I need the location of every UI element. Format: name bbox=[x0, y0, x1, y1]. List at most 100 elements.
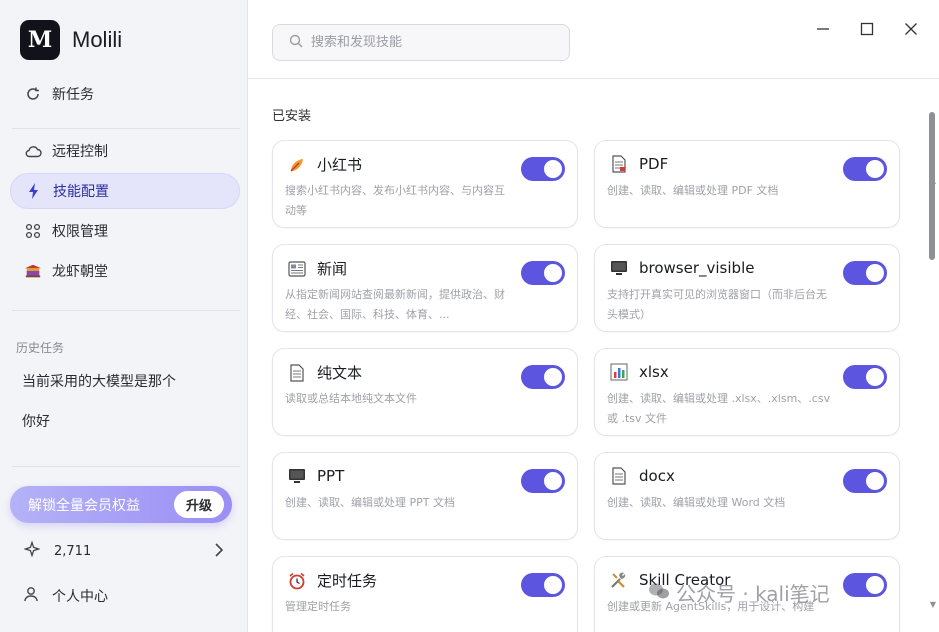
skill-toggle[interactable] bbox=[521, 573, 565, 597]
skill-card[interactable]: 小红书 搜索小红书内容、发布小红书内容、与内容互动等 bbox=[272, 140, 578, 228]
toggle-knob bbox=[866, 264, 884, 282]
profile-label: 个人中心 bbox=[52, 589, 108, 605]
credits-row[interactable]: 2,711 bbox=[23, 540, 224, 562]
sidebar-item-permissions[interactable]: 权限管理 bbox=[10, 213, 240, 249]
monitor-icon bbox=[609, 258, 629, 278]
skill-title: docx bbox=[639, 467, 675, 485]
wechat-icon bbox=[648, 581, 670, 605]
sidebar-item-remote-control[interactable]: 远程控制 bbox=[10, 133, 240, 169]
search-box[interactable] bbox=[272, 24, 570, 61]
skill-toggle[interactable] bbox=[521, 365, 565, 389]
skill-description: 支持打开真实可见的浏览器窗口（而非后台无头模式） bbox=[607, 288, 827, 321]
upgrade-banner[interactable]: 解锁全量会员权益 升级 bbox=[10, 486, 232, 523]
skill-card[interactable]: PPT 创建、读取、编辑或处理 PPT 文档 bbox=[272, 452, 578, 540]
history-section-label: 历史任务 bbox=[16, 341, 65, 355]
skill-toggle[interactable] bbox=[843, 573, 887, 597]
toggle-knob bbox=[544, 472, 562, 490]
history-item[interactable]: 你好 bbox=[22, 411, 50, 431]
sidebar-item-court[interactable]: 龙虾朝堂 bbox=[10, 253, 240, 289]
sidebar-item-skills[interactable]: 技能配置 bbox=[10, 173, 240, 209]
toggle-knob bbox=[866, 368, 884, 386]
word-doc-icon bbox=[609, 466, 629, 486]
skill-description: 创建、读取、编辑或处理 .xlsx、.xlsm、.csv 或 .tsv 文件 bbox=[607, 392, 831, 425]
new-task-button[interactable]: 新任务 bbox=[10, 76, 240, 112]
installed-section-label: 已安装 bbox=[272, 109, 312, 124]
credits-value: 2,711 bbox=[54, 543, 92, 559]
skill-title: 定时任务 bbox=[317, 572, 378, 590]
upgrade-button[interactable]: 升级 bbox=[173, 491, 224, 518]
watermark-text: 公众号 · kali笔记 bbox=[676, 582, 830, 606]
skill-title: xlsx bbox=[639, 363, 669, 381]
divider bbox=[12, 128, 240, 129]
sidebar-item-label: 龙虾朝堂 bbox=[52, 264, 108, 280]
sidebar-item-label: 远程控制 bbox=[52, 144, 108, 160]
sidebar: M Molili 新任务 远程控制 技能配置 权限管理 龙虾朝堂 历史任务 当前 bbox=[0, 0, 248, 632]
skill-toggle[interactable] bbox=[521, 157, 565, 181]
toggle-knob bbox=[544, 576, 562, 594]
maximize-icon bbox=[860, 22, 874, 36]
lightning-icon bbox=[25, 182, 43, 200]
divider bbox=[12, 466, 240, 467]
skill-toggle[interactable] bbox=[521, 469, 565, 493]
skill-toggle[interactable] bbox=[843, 365, 887, 389]
skill-toggle[interactable] bbox=[521, 261, 565, 285]
chevron-right-icon bbox=[214, 542, 224, 561]
close-icon bbox=[905, 23, 917, 35]
newspaper-icon bbox=[287, 259, 307, 279]
skill-title: 新闻 bbox=[317, 260, 348, 278]
tools-icon bbox=[609, 570, 629, 590]
skill-toggle[interactable] bbox=[843, 261, 887, 285]
xiaohongshu-icon bbox=[287, 155, 307, 175]
skill-card[interactable]: 新闻 从指定新闻网站查阅最新新闻，提供政治、财经、社会、国际、科技、体育、... bbox=[272, 244, 578, 332]
toggle-knob bbox=[866, 472, 884, 490]
skill-card[interactable]: PDF 创建、读取、编辑或处理 PDF 文档 bbox=[594, 140, 900, 228]
skill-title: 小红书 bbox=[317, 156, 363, 174]
skill-toggle[interactable] bbox=[843, 469, 887, 493]
refresh-icon bbox=[24, 85, 42, 103]
skill-card[interactable]: docx 创建、读取、编辑或处理 Word 文档 bbox=[594, 452, 900, 540]
bar-chart-icon bbox=[609, 362, 629, 382]
skill-card[interactable]: 纯文本 读取或总结本地纯文本文件 bbox=[272, 348, 578, 436]
skill-description: 搜索小红书内容、发布小红书内容、与内容互动等 bbox=[285, 184, 505, 217]
skills-panel: 已安装 小红书 搜索小红书内容、发布小红书内容、与内容互动等 PDF 创建、读取… bbox=[248, 80, 939, 632]
toggle-knob bbox=[866, 576, 884, 594]
skill-toggle[interactable] bbox=[843, 157, 887, 181]
profile-button[interactable]: 个人中心 bbox=[24, 586, 108, 606]
upgrade-text: 解锁全量会员权益 bbox=[28, 497, 140, 514]
scroll-down-arrow-icon[interactable]: ▼ bbox=[930, 600, 936, 609]
skill-description: 读取或总结本地纯文本文件 bbox=[285, 392, 417, 405]
sparkle-icon bbox=[23, 540, 41, 561]
skill-card[interactable]: xlsx 创建、读取、编辑或处理 .xlsx、.xlsm、.csv 或 .tsv… bbox=[594, 348, 900, 436]
pdf-doc-icon bbox=[609, 154, 629, 174]
palace-icon bbox=[24, 262, 42, 280]
toggle-knob bbox=[544, 368, 562, 386]
app-name: Molili bbox=[72, 27, 123, 52]
skill-description: 管理定时任务 bbox=[285, 600, 351, 613]
search-icon bbox=[289, 33, 303, 52]
scrollbar-thumb[interactable] bbox=[929, 112, 935, 260]
search-input[interactable] bbox=[311, 35, 551, 50]
skill-card[interactable]: browser_visible 支持打开真实可见的浏览器窗口（而非后台无头模式） bbox=[594, 244, 900, 332]
cloud-icon bbox=[24, 142, 42, 160]
skill-description: 从指定新闻网站查阅最新新闻，提供政治、财经、社会、国际、科技、体育、... bbox=[285, 288, 505, 321]
skill-description: 创建、读取、编辑或处理 Word 文档 bbox=[607, 496, 786, 509]
skill-card[interactable]: 定时任务 管理定时任务 bbox=[272, 556, 578, 632]
app-logo: M bbox=[20, 20, 60, 60]
minimize-button[interactable] bbox=[812, 18, 834, 40]
alarm-clock-icon bbox=[287, 571, 307, 591]
sidebar-item-label: 权限管理 bbox=[52, 224, 108, 240]
history-item[interactable]: 当前采用的大模型是那个 bbox=[22, 371, 176, 391]
new-task-label: 新任务 bbox=[52, 87, 94, 103]
maximize-button[interactable] bbox=[856, 18, 878, 40]
divider bbox=[12, 310, 240, 311]
toggle-knob bbox=[544, 264, 562, 282]
watermark: 公众号 · kali笔记 bbox=[648, 578, 830, 607]
close-button[interactable] bbox=[900, 18, 922, 40]
text-doc-icon bbox=[287, 363, 307, 383]
top-bar bbox=[248, 0, 939, 79]
grid-dots-icon bbox=[24, 222, 42, 240]
toggle-knob bbox=[544, 160, 562, 178]
monitor-icon bbox=[287, 466, 307, 486]
user-icon bbox=[24, 586, 38, 606]
skill-title: PPT bbox=[317, 467, 345, 485]
